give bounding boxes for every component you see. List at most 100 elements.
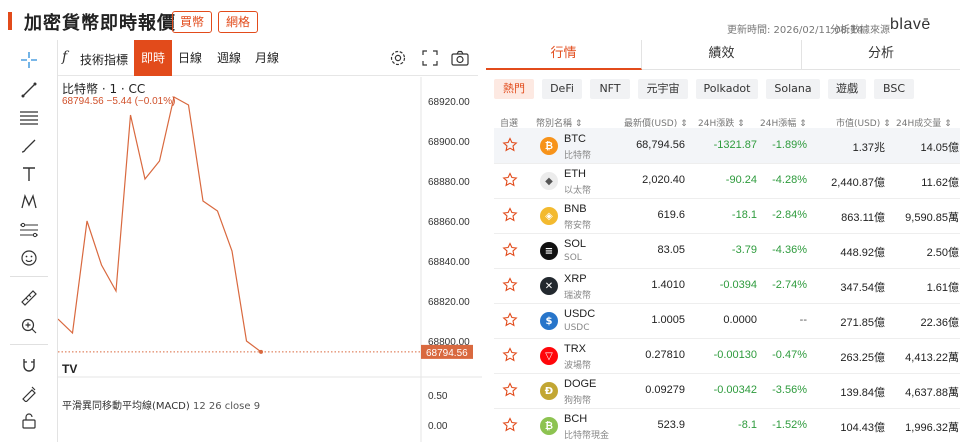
eth-icon: ◆ — [540, 172, 558, 190]
change-pct-24h: -1.52% — [772, 419, 807, 431]
table-row[interactable]: ▽ TRX 波場幣 0.27810 -0.00130 -0.47% 263.25億 4,413… — [494, 338, 960, 373]
chart-canvas[interactable]: 68920.00 68900.00 68880.00 68860.00 68840.00… — [57, 77, 482, 442]
volume-24h: 22.36億 — [920, 317, 959, 329]
fib-lines-icon[interactable] — [17, 106, 41, 130]
chip-nft[interactable]: NFT — [590, 79, 630, 99]
doge-icon: Ð — [540, 382, 558, 400]
volume-24h: 9,590.85萬 — [905, 212, 959, 224]
bnb-icon: ◈ — [540, 207, 558, 225]
watchlist-star-icon[interactable] — [502, 312, 518, 328]
table-row[interactable]: ₿ BTC 比特幣 68,794.56 -1321.87 -1.89% 1.37兆 14.05… — [494, 128, 960, 163]
unlock-icon[interactable] — [17, 409, 41, 433]
chip-hot[interactable]: 熱門 — [494, 79, 534, 99]
tab-analysis[interactable]: 分析 — [802, 40, 960, 70]
settings-icon[interactable] — [388, 48, 408, 68]
last-price-tag: 68794.56 — [421, 344, 473, 359]
text-tool-icon[interactable] — [17, 162, 41, 186]
watchlist-star-icon[interactable] — [502, 417, 518, 433]
range-weekly[interactable]: 週線 — [210, 40, 248, 76]
watchlist-star-icon[interactable] — [502, 242, 518, 258]
data-source-label: 分析數據來源 — [830, 25, 890, 36]
coin-name: 波場幣 — [564, 361, 592, 371]
change-pct-24h: -1.89% — [772, 139, 807, 151]
table-row[interactable]: Ð DOGE 狗狗幣 0.09279 -0.00342 -3.56% 139.84億 4,63… — [494, 373, 960, 408]
table-row[interactable]: ≡ SOL SOL 83.05 -3.79 -4.36% 448.92億 2.50億 — [494, 233, 960, 268]
market-cap: 1.37兆 — [852, 142, 885, 154]
chip-bsc[interactable]: BSC — [874, 79, 914, 99]
btc-price-line — [57, 96, 262, 353]
grid-button[interactable]: 網格 — [218, 11, 258, 33]
change-pct-24h: -2.84% — [772, 209, 807, 221]
coin-symbol: SOL — [564, 238, 587, 250]
watchlist-star-icon[interactable] — [502, 382, 518, 398]
tab-performance[interactable]: 績效 — [642, 40, 802, 70]
macd-axis: 0.50 0.00 — [428, 391, 448, 432]
chip-defi[interactable]: DeFi — [542, 79, 582, 99]
table-row[interactable]: ₿ BCH 比特幣現金 523.9 -8.1 -1.52% 104.43億 1,996.32萬 — [494, 408, 960, 442]
range-realtime[interactable]: 即時 — [134, 40, 172, 76]
sol-icon: ≡ — [540, 242, 558, 260]
coin-name: 以太幣 — [564, 186, 592, 196]
watchlist-star-icon[interactable] — [502, 347, 518, 363]
table-row[interactable]: $ USDC USDC 1.0005 0.0000 -- 271.85億 22.36億 — [494, 303, 960, 338]
market-cap: 104.43億 — [840, 422, 885, 434]
btc-icon: ₿ — [540, 137, 558, 155]
volume-24h: 4,413.22萬 — [905, 352, 959, 364]
table-row[interactable]: ✕ XRP 瑞波幣 1.4010 -0.0394 -2.74% 347.54億 1.61億 — [494, 268, 960, 303]
prediction-icon[interactable] — [17, 218, 41, 242]
chip-games[interactable]: 遊戲 — [828, 79, 866, 99]
last-price: 68,794.56 — [636, 139, 685, 151]
price-chart[interactable]: 68920.00 68900.00 68880.00 68860.00 68840.00… — [57, 77, 482, 442]
volume-24h: 11.62億 — [921, 177, 959, 189]
brush-icon[interactable] — [17, 134, 41, 158]
chip-solana[interactable]: Solana — [766, 79, 820, 99]
chip-polkadot[interactable]: Polkadot — [696, 79, 758, 99]
table-row[interactable]: ◆ ETH 以太幣 2,020.40 -90.24 -4.28% 2,440.87億 11.6… — [494, 163, 960, 198]
change-pct-24h: -4.36% — [772, 244, 807, 256]
price-tick-label: 68880.00 — [428, 177, 470, 188]
volume-24h: 1,996.32萬 — [905, 422, 959, 434]
usdc-icon: $ — [540, 312, 558, 330]
coin-symbol: ETH — [564, 168, 586, 180]
watchlist-star-icon[interactable] — [502, 137, 518, 153]
price-tick-label: 68840.00 — [428, 257, 470, 268]
price-tick-label: 68820.00 — [428, 297, 470, 308]
indicators-button[interactable]: 技術指標 — [80, 51, 128, 68]
pattern-icon[interactable] — [17, 190, 41, 214]
lock-drawing-icon[interactable] — [17, 381, 41, 405]
volume-24h: 2.50億 — [926, 247, 959, 259]
chip-metaverse[interactable]: 元宇宙 — [638, 79, 688, 99]
price-axis: 68920.00 68900.00 68880.00 68860.00 68840.00… — [428, 97, 470, 348]
change-pct-24h: -2.74% — [772, 279, 807, 291]
tab-market[interactable]: 行情 — [486, 40, 642, 70]
coin-name: SOL — [564, 253, 582, 263]
trx-icon: ▽ — [540, 347, 558, 365]
magnet-icon[interactable] — [17, 353, 41, 377]
change-24h: 0.0000 — [723, 314, 757, 326]
last-price: 1.4010 — [651, 279, 685, 291]
watchlist-star-icon[interactable] — [502, 277, 518, 293]
blave-logo[interactable]: blavē — [890, 16, 931, 34]
change-pct-24h: -- — [799, 314, 807, 326]
last-price: 1.0005 — [651, 314, 685, 326]
trend-line-icon[interactable] — [17, 78, 41, 102]
last-price: 2,020.40 — [642, 174, 685, 186]
zoom-in-icon[interactable] — [17, 314, 41, 338]
last-price: 83.05 — [657, 244, 685, 256]
coin-symbol: BTC — [564, 133, 586, 145]
range-monthly[interactable]: 月線 — [248, 40, 286, 76]
table-row[interactable]: ◈ BNB 幣安幣 619.6 -18.1 -2.84% 863.11億 9,590.85萬 — [494, 198, 960, 233]
watchlist-star-icon[interactable] — [502, 207, 518, 223]
buy-crypto-button[interactable]: 買幣 — [172, 11, 212, 33]
crosshair-icon[interactable] — [17, 48, 41, 72]
coin-symbol: DOGE — [564, 378, 597, 390]
indicator-fx-icon[interactable]: f — [62, 49, 67, 65]
ruler-icon[interactable] — [17, 286, 41, 310]
camera-icon[interactable] — [450, 48, 470, 68]
range-daily[interactable]: 日線 — [172, 40, 208, 76]
coin-name: USDC — [564, 323, 590, 333]
emoji-icon[interactable] — [17, 246, 41, 270]
fullscreen-icon[interactable] — [420, 48, 440, 68]
coin-name: 比特幣現金 — [564, 431, 610, 441]
watchlist-star-icon[interactable] — [502, 172, 518, 188]
